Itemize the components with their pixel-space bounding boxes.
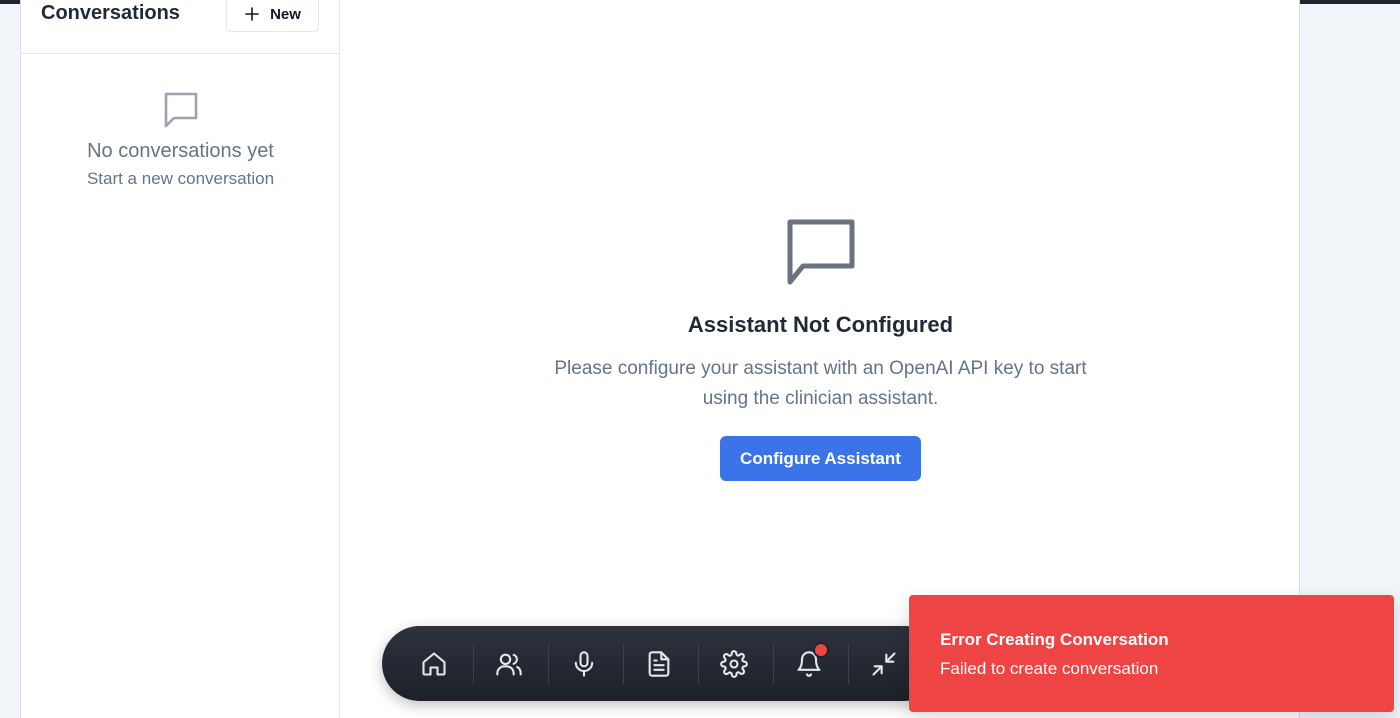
dock-divider xyxy=(473,644,474,684)
dock-divider xyxy=(548,644,549,684)
notification-badge xyxy=(813,642,829,658)
toast-description: Failed to create conversation xyxy=(940,659,1159,678)
toast-title: Error Creating Conversation xyxy=(940,630,1169,649)
settings-icon xyxy=(720,650,748,678)
dock-divider xyxy=(623,644,624,684)
error-toast[interactable]: Error Creating Conversation Failed to cr… xyxy=(909,595,1394,712)
dock-divider xyxy=(698,644,699,684)
dock-notes-button[interactable] xyxy=(639,644,679,684)
dock-minimize-button[interactable] xyxy=(864,644,904,684)
plus-icon xyxy=(245,7,259,21)
home-icon xyxy=(422,652,446,676)
dock-record-button[interactable] xyxy=(564,644,604,684)
not-configured-heading: Assistant Not Configured xyxy=(687,312,954,337)
dock-notifications-button[interactable] xyxy=(789,642,829,684)
new-conversation-button[interactable]: New xyxy=(226,0,319,32)
chat-bubble-large-icon xyxy=(787,219,854,285)
users-icon xyxy=(496,653,522,676)
dock-divider xyxy=(773,644,774,684)
chat-bubble-icon xyxy=(164,92,197,128)
start-conversation-hint: Start a new conversation xyxy=(86,169,275,188)
no-conversations-text: No conversations yet xyxy=(87,140,274,162)
dock-patients-button[interactable] xyxy=(489,644,529,684)
sidebar-header: Conversations New xyxy=(21,0,340,54)
minimize-icon xyxy=(872,652,896,676)
bottom-dock xyxy=(382,626,942,701)
sidebar-empty-state: No conversations yet Start a new convers… xyxy=(21,90,340,189)
dock-settings-button[interactable] xyxy=(714,644,754,684)
dock-home-button[interactable] xyxy=(414,644,454,684)
microphone-icon xyxy=(574,651,594,677)
not-configured-state: Assistant Not Configured Please configur… xyxy=(341,216,1300,481)
new-button-label: New xyxy=(270,5,301,23)
dock-divider xyxy=(848,644,849,684)
not-configured-message: Please configure your assistant with an … xyxy=(554,358,1087,409)
document-icon xyxy=(648,651,670,677)
configure-assistant-button[interactable]: Configure Assistant xyxy=(720,436,921,481)
sidebar-title: Conversations xyxy=(41,2,180,24)
conversations-sidebar: Conversations New No conversations yet S… xyxy=(21,0,340,718)
